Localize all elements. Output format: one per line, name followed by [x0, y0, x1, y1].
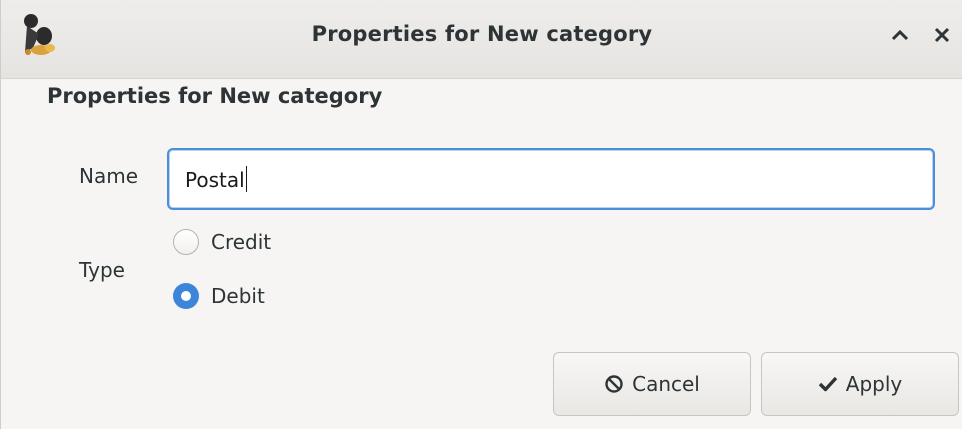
cancel-circle-icon — [604, 374, 624, 394]
dialog-window: Properties for New category Properties f… — [0, 0, 962, 429]
radio-debit[interactable]: Debit — [173, 280, 265, 312]
radio-debit-label[interactable]: Debit — [211, 284, 265, 308]
dialog-heading: Properties for New category — [47, 84, 383, 108]
cancel-button[interactable]: Cancel — [553, 352, 751, 416]
close-icon — [934, 27, 950, 43]
text-caret — [245, 166, 247, 192]
maximize-button[interactable] — [883, 18, 917, 52]
maximize-icon — [891, 29, 909, 41]
radio-credit-label[interactable]: Credit — [211, 230, 271, 254]
checkmark-icon — [818, 375, 838, 393]
name-input[interactable]: Postal — [167, 148, 935, 210]
apply-button[interactable]: Apply — [761, 352, 959, 416]
close-button[interactable] — [925, 18, 959, 52]
name-input-value[interactable]: Postal — [185, 166, 247, 192]
window-title: Properties for New category — [311, 22, 653, 46]
apply-button-label: Apply — [845, 372, 903, 396]
cancel-button-label: Cancel — [632, 372, 700, 396]
radio-debit-circle[interactable] — [173, 283, 199, 309]
radio-credit[interactable]: Credit — [173, 226, 271, 258]
name-label: Name — [79, 164, 139, 188]
type-label: Type — [79, 258, 125, 282]
radio-credit-circle[interactable] — [173, 229, 199, 255]
title-bar[interactable]: Properties for New category — [1, 0, 962, 79]
